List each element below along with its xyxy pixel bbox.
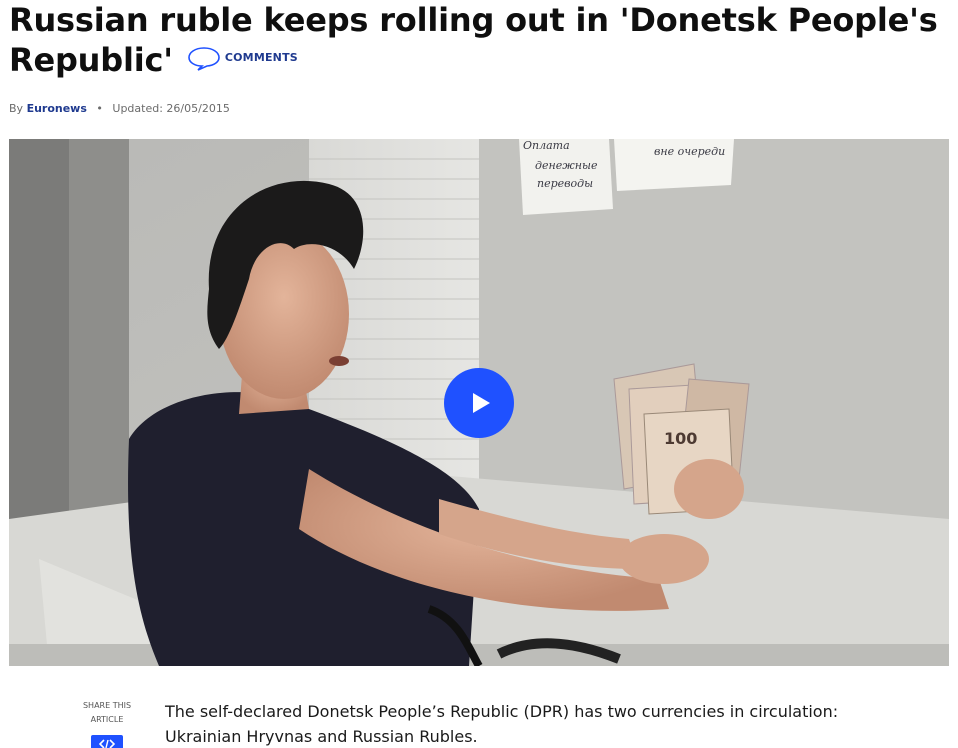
comments-label: COMMENTS <box>224 51 298 64</box>
article-headline: Russian ruble keeps rolling out in 'Done… <box>9 0 949 82</box>
updated-date: 26/05/2015 <box>166 102 230 115</box>
comment-bubble-icon <box>188 47 220 71</box>
notice-line-2: денежные <box>535 159 598 172</box>
banknote-value: 100 <box>664 429 697 448</box>
share-label: SHARE THIS ARTICLE <box>82 701 132 724</box>
article-page: Russian ruble keeps rolling out in 'Done… <box>0 0 958 748</box>
share-button[interactable] <box>91 735 123 748</box>
headline-text: Russian ruble keeps rolling out in 'Done… <box>9 1 938 79</box>
byline-by: By <box>9 102 24 115</box>
notice-line-3: переводы <box>537 177 593 190</box>
article-paragraph: The self-declared Donetsk People’s Repub… <box>165 702 839 746</box>
share-icon <box>99 739 115 748</box>
byline-separator: • <box>96 102 103 115</box>
notice-line-1: Оплата <box>523 139 570 152</box>
updated-label: Updated: <box>112 102 163 115</box>
play-icon <box>473 393 490 413</box>
author-link[interactable]: Euronews <box>27 102 87 115</box>
play-button[interactable] <box>444 368 514 438</box>
comments-link[interactable]: COMMENTS <box>187 38 298 78</box>
byline: By Euronews • Updated: 26/05/2015 <box>9 102 230 115</box>
notice-line-4: вне очереди <box>654 145 725 158</box>
video-player[interactable]: Оплата денежные переводы вне очереди 100 <box>9 139 949 666</box>
